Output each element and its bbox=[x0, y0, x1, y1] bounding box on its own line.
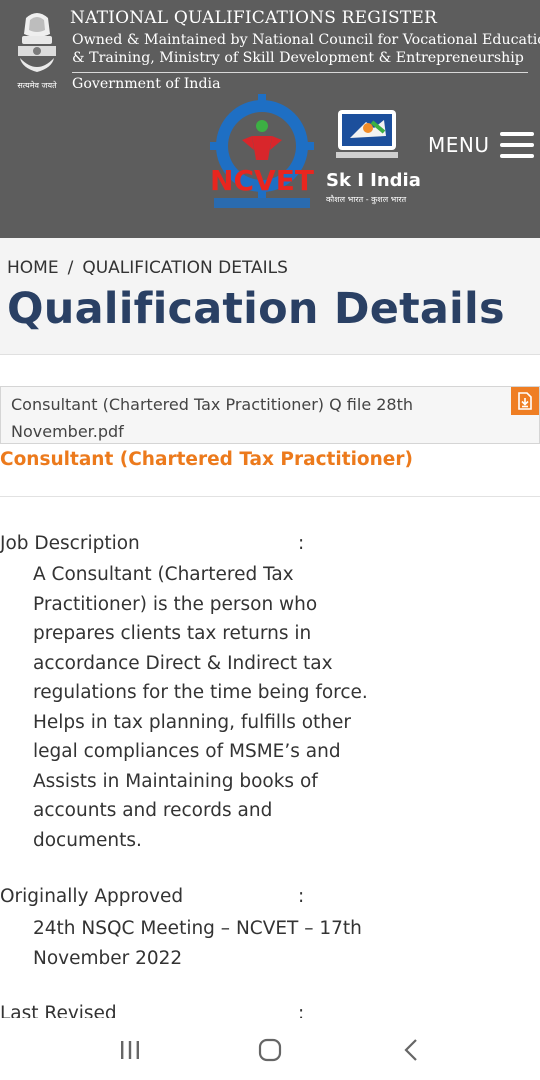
pdf-download-button[interactable] bbox=[511, 387, 539, 415]
system-nav-bar bbox=[0, 1018, 540, 1080]
header-divider bbox=[72, 72, 528, 73]
government-label: Government of India bbox=[72, 76, 221, 92]
detail-colon: : bbox=[298, 886, 305, 907]
emblem-caption: सत्यमेव जयते bbox=[17, 80, 57, 90]
breadcrumb-home-link[interactable]: HOME bbox=[7, 258, 59, 278]
register-subtitle: Owned & Maintained by National Council f… bbox=[72, 31, 540, 67]
home-circle-icon bbox=[258, 1038, 282, 1062]
register-title: NATIONAL QUALIFICATIONS REGISTER bbox=[70, 8, 437, 28]
subtitle-line-1: Owned & Maintained by National Council f… bbox=[72, 32, 540, 48]
site-header: सत्यमेव जयते NATIONAL QUALIFICATIONS REG… bbox=[0, 0, 540, 238]
subtitle-line-2: & Training, Ministry of Skill Developmen… bbox=[72, 50, 524, 66]
menu-label: MENU bbox=[428, 133, 490, 157]
section-divider bbox=[0, 496, 540, 497]
detail-colon: : bbox=[298, 533, 305, 554]
originally-approved-value: 24th NSQC Meeting – NCVET – 17th Novembe… bbox=[33, 918, 362, 969]
back-button[interactable] bbox=[386, 1030, 436, 1070]
ncvet-logo-icon[interactable]: NCVET bbox=[204, 94, 320, 216]
pdf-download-icon bbox=[518, 392, 532, 410]
job-description-label: Job Description bbox=[0, 533, 140, 554]
file-attachment[interactable]: Consultant (Chartered Tax Practitioner) … bbox=[0, 386, 540, 444]
recent-apps-icon bbox=[121, 1041, 139, 1059]
qualification-title: Consultant (Chartered Tax Practitioner) bbox=[0, 449, 413, 470]
page-title: Qualification Details bbox=[7, 284, 505, 334]
breadcrumb-current: QUALIFICATION DETAILS bbox=[82, 258, 288, 278]
file-name: Consultant (Chartered Tax Practitioner) … bbox=[11, 395, 414, 441]
back-chevron-icon bbox=[404, 1039, 417, 1061]
skill-india-logo-icon[interactable]: Sk I India कौशल भारत - कुशल भारत bbox=[322, 106, 422, 210]
ashoka-emblem-icon: सत्यमेव जयते bbox=[17, 13, 57, 90]
home-button[interactable] bbox=[245, 1030, 295, 1070]
ncvet-logo-text: NCVET bbox=[210, 164, 314, 197]
skill-india-text: Sk I India bbox=[326, 170, 421, 191]
title-section: HOME / QUALIFICATION DETAILS Qualification… bbox=[0, 238, 540, 355]
hamburger-icon bbox=[499, 132, 534, 158]
job-description-value: A Consultant (Chartered Tax Practitioner… bbox=[33, 564, 368, 851]
recent-apps-button[interactable] bbox=[105, 1030, 155, 1070]
originally-approved-label: Originally Approved bbox=[0, 886, 184, 907]
menu-button[interactable]: MENU bbox=[428, 132, 534, 158]
skill-india-tagline: कौशल भारत - कुशल भारत bbox=[326, 194, 407, 205]
breadcrumb: HOME / QUALIFICATION DETAILS bbox=[7, 258, 288, 278]
breadcrumb-separator: / bbox=[67, 258, 74, 278]
